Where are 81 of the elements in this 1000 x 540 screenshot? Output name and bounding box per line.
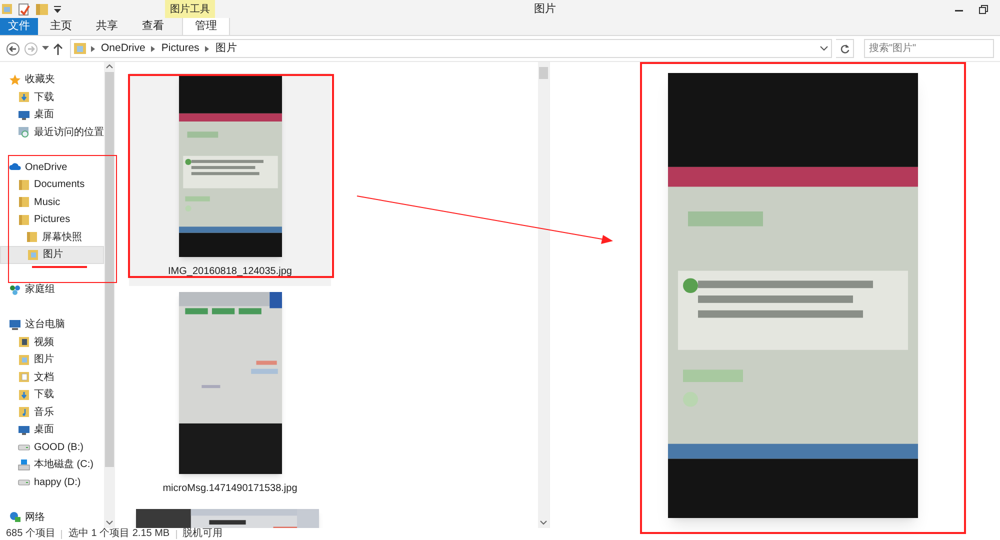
video-folder-icon: [18, 336, 30, 348]
status-text: 脱机可用: [182, 529, 223, 539]
scroll-up-icon[interactable]: [106, 64, 113, 69]
breadcrumb-arrow-icon[interactable]: [91, 46, 95, 52]
pictures-folder-icon: [74, 42, 86, 55]
nav-item[interactable]: 桌面: [0, 421, 104, 438]
address-bar[interactable]: OneDrive Pictures 图片: [70, 39, 832, 58]
folder-icon: [18, 178, 30, 191]
refresh-icon: [840, 44, 850, 54]
folder-icon: [18, 196, 30, 208]
scroll-down-icon[interactable]: [540, 520, 547, 525]
pictures-folder-icon: [18, 354, 30, 366]
ribbon-tab[interactable]: 主页: [38, 18, 84, 35]
ribbon-tab[interactable]: 管理: [182, 18, 230, 35]
monitor-icon: [18, 108, 30, 121]
nav-item[interactable]: Pictures: [0, 211, 104, 228]
breadcrumb-arrow-icon[interactable]: [151, 46, 156, 52]
nav-item[interactable]: 图片: [0, 351, 104, 368]
nav-item[interactable]: 家庭组: [0, 281, 104, 298]
dropdown-icon[interactable]: [54, 6, 61, 12]
file-item[interactable]: IMG_20160818_124035.jpg: [129, 73, 331, 286]
computer-icon: [9, 318, 21, 331]
nav-item[interactable]: happy (D:): [0, 474, 104, 491]
nav-item[interactable]: 视频: [0, 334, 104, 351]
properties-icon[interactable]: [18, 2, 30, 16]
nav-item[interactable]: 下载: [0, 386, 104, 404]
folder-icon: [26, 231, 38, 244]
nav-item[interactable]: 下载: [0, 88, 104, 106]
scroll-down-icon[interactable]: [106, 520, 113, 525]
breadcrumb[interactable]: OneDrive: [101, 40, 146, 56]
nav-item[interactable]: 本地磁盘 (C:): [0, 456, 104, 474]
network-icon: [9, 511, 21, 524]
up-icon[interactable]: [53, 42, 63, 54]
breadcrumb[interactable]: 图片: [215, 40, 238, 56]
recent-places-icon: [18, 126, 30, 138]
ribbon-tab[interactable]: 文件: [0, 18, 38, 35]
download-folder-icon: [18, 91, 30, 104]
monitor-icon: [18, 424, 30, 436]
restore-icon[interactable]: [979, 4, 988, 14]
annotation-underline: [32, 266, 87, 268]
pictures-folder-icon: [27, 248, 39, 261]
nav-item[interactable]: 屏幕快照: [0, 228, 104, 246]
nav-item[interactable]: 文档: [0, 368, 104, 386]
back-icon[interactable]: [6, 42, 20, 56]
nav-item[interactable]: 桌面: [0, 106, 104, 124]
star-icon: [9, 74, 21, 86]
scroll-thumb[interactable]: [105, 72, 114, 467]
nav-item[interactable]: 音乐: [0, 404, 104, 421]
ribbon-tab[interactable]: 共享: [84, 18, 130, 35]
file-item[interactable]: microMsg.1471490171538.jpg: [129, 290, 331, 503]
chevron-down-icon[interactable]: [820, 46, 828, 51]
status-text: 685 个项目: [6, 529, 56, 539]
nav-item[interactable]: 这台电脑: [0, 316, 104, 334]
breadcrumb[interactable]: Pictures: [161, 40, 200, 56]
download-folder-icon: [18, 388, 30, 401]
nav-item[interactable]: OneDrive: [0, 158, 104, 176]
nav-item[interactable]: 网络: [0, 508, 104, 526]
homegroup-icon: [9, 284, 21, 296]
nav-item[interactable]: 最近访问的位置: [0, 124, 104, 141]
file-name: microMsg.1471490171538.jpg: [162, 482, 298, 496]
ribbon-tab[interactable]: 查看: [130, 18, 176, 35]
context-tab-label: 图片工具: [165, 0, 215, 18]
folder-icon: [18, 214, 30, 226]
scrollbar[interactable]: [104, 62, 115, 528]
scrollbar[interactable]: [538, 62, 549, 528]
window-title: 图片: [533, 2, 557, 17]
file-name: IMG_20160818_124035.jpg: [168, 265, 292, 279]
refresh-button[interactable]: [836, 39, 854, 58]
nav-item[interactable]: Music: [0, 194, 104, 211]
documents-folder-icon: [18, 371, 30, 384]
search-field[interactable]: 搜索"图片": [864, 39, 994, 58]
nav-item[interactable]: Documents: [0, 176, 104, 194]
status-text: 选中 1 个项目 2.15 MB: [68, 529, 170, 539]
recent-locations-icon[interactable]: [42, 46, 49, 51]
nav-item[interactable]: 收藏夹: [0, 71, 104, 88]
nav-item[interactable]: GOOD (B:): [0, 438, 104, 456]
system-drive-icon: [18, 458, 30, 471]
scroll-thumb[interactable]: [539, 67, 548, 79]
breadcrumb-arrow-icon[interactable]: [205, 46, 210, 52]
music-folder-icon: [18, 406, 30, 418]
nav-item[interactable]: 图片: [0, 246, 104, 264]
